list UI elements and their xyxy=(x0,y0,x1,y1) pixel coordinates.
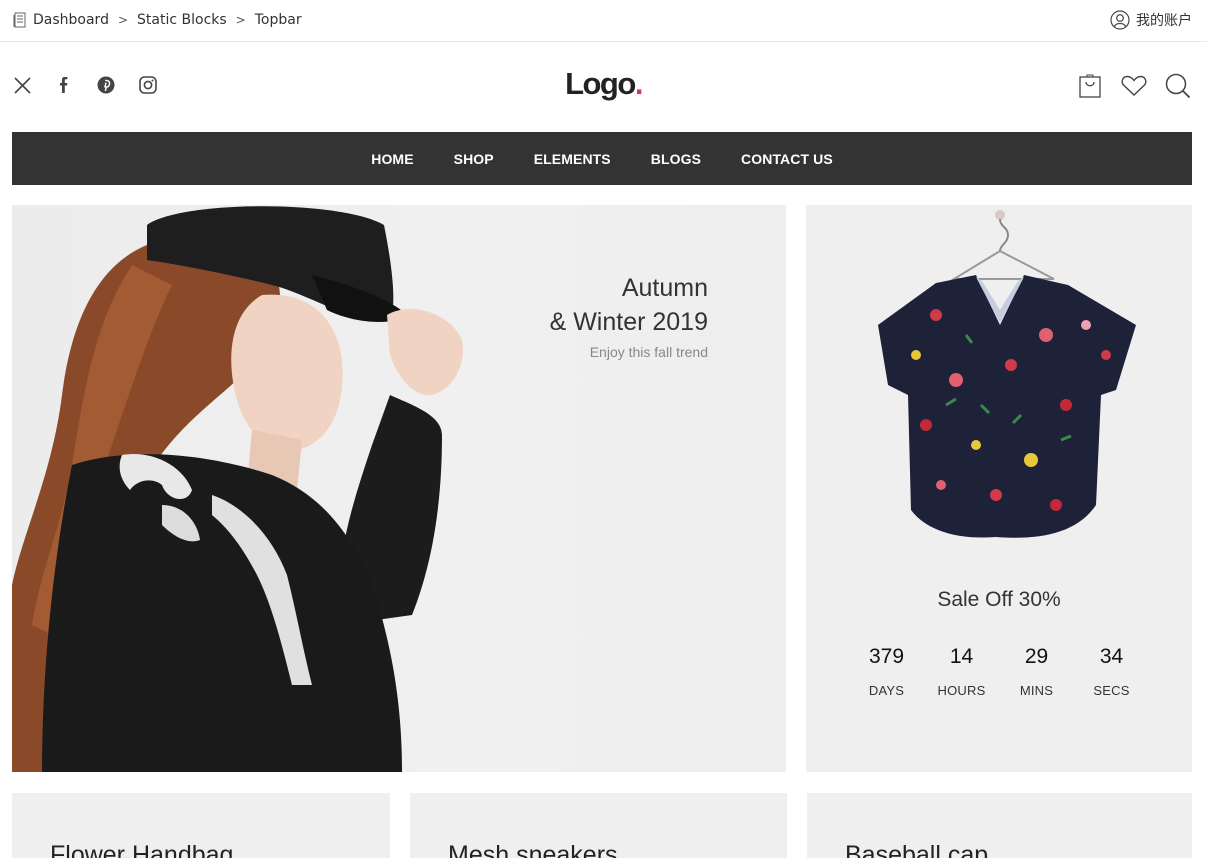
breadcrumb-current: Topbar xyxy=(254,12,302,28)
breadcrumb-separator: > xyxy=(235,13,246,27)
breadcrumb-dashboard[interactable]: Dashboard xyxy=(33,12,109,28)
product-card[interactable]: Flower Handbag xyxy=(12,793,390,858)
logo-dot: . xyxy=(634,66,644,101)
cart-icon[interactable] xyxy=(1077,72,1103,100)
search-icon[interactable] xyxy=(1165,72,1191,100)
countdown-hours-value: 14 xyxy=(949,645,974,668)
countdown-secs-value: 34 xyxy=(1099,645,1124,668)
heart-icon[interactable] xyxy=(1121,72,1147,100)
nav-home[interactable]: HOME xyxy=(371,151,413,167)
breadcrumb-separator: > xyxy=(117,13,129,27)
countdown-secs-label: SECS xyxy=(1093,683,1130,698)
product-title: Flower Handbag xyxy=(50,841,234,858)
countdown-timer: 379 DAYS 14 HOURS 29 MINS 34 SECS xyxy=(849,645,1149,698)
account-link[interactable]: 我的账户 xyxy=(1110,10,1192,30)
countdown-mins-value: 29 xyxy=(1024,645,1049,668)
breadcrumb-static-blocks[interactable]: Static Blocks xyxy=(137,12,227,28)
hero-title-line1: Autumn xyxy=(621,274,708,302)
main-nav: HOME SHOP ELEMENTS BLOGS CONTACT US xyxy=(12,132,1192,185)
user-icon xyxy=(1110,10,1130,30)
breadcrumb-bar: Dashboard > Static Blocks > Topbar 我的账户 xyxy=(0,0,1207,42)
hero-banner[interactable]: Autumn & Winter 2019 Enjoy this fall tre… xyxy=(12,205,786,772)
document-icon xyxy=(13,12,26,28)
nav-contact-us[interactable]: CONTACT US xyxy=(741,151,833,167)
site-logo[interactable]: Logo. xyxy=(0,66,1207,102)
countdown-mins-label: MINS xyxy=(1019,683,1054,698)
countdown-hours-label: HOURS xyxy=(937,683,986,698)
header-actions xyxy=(1059,72,1191,100)
product-card[interactable]: Baseball cap xyxy=(807,793,1192,858)
hero-text: Autumn & Winter 2019 Enjoy this fall tre… xyxy=(550,271,708,360)
account-label: 我的账户 xyxy=(1136,13,1192,29)
product-title: Baseball cap xyxy=(845,841,989,858)
product-card[interactable]: Mesh sneakers xyxy=(410,793,787,858)
countdown-mins: 29 MINS xyxy=(999,645,1074,698)
sale-card[interactable]: Sale Off 30% 379 DAYS 14 HOURS 29 MINS 3… xyxy=(806,205,1192,772)
nav-shop[interactable]: SHOP xyxy=(454,151,494,167)
breadcrumb: Dashboard > Static Blocks > Topbar xyxy=(13,12,302,28)
nav-elements[interactable]: ELEMENTS xyxy=(534,151,611,167)
countdown-hours: 14 HOURS xyxy=(924,645,999,698)
countdown-days-value: 379 xyxy=(868,645,905,668)
nav-blogs[interactable]: BLOGS xyxy=(651,151,701,167)
blouse-image xyxy=(878,210,1136,538)
countdown-secs: 34 SECS xyxy=(1074,645,1149,698)
hero-subtitle: Enjoy this fall trend xyxy=(589,344,708,360)
product-title: Mesh sneakers xyxy=(448,841,618,858)
hero-title-line2: & Winter 2019 xyxy=(549,308,708,336)
countdown-days-label: DAYS xyxy=(868,683,905,698)
logo-text: Logo xyxy=(565,66,636,101)
countdown-days: 379 DAYS xyxy=(849,645,924,698)
sale-title: Sale Off 30% xyxy=(937,588,1061,611)
